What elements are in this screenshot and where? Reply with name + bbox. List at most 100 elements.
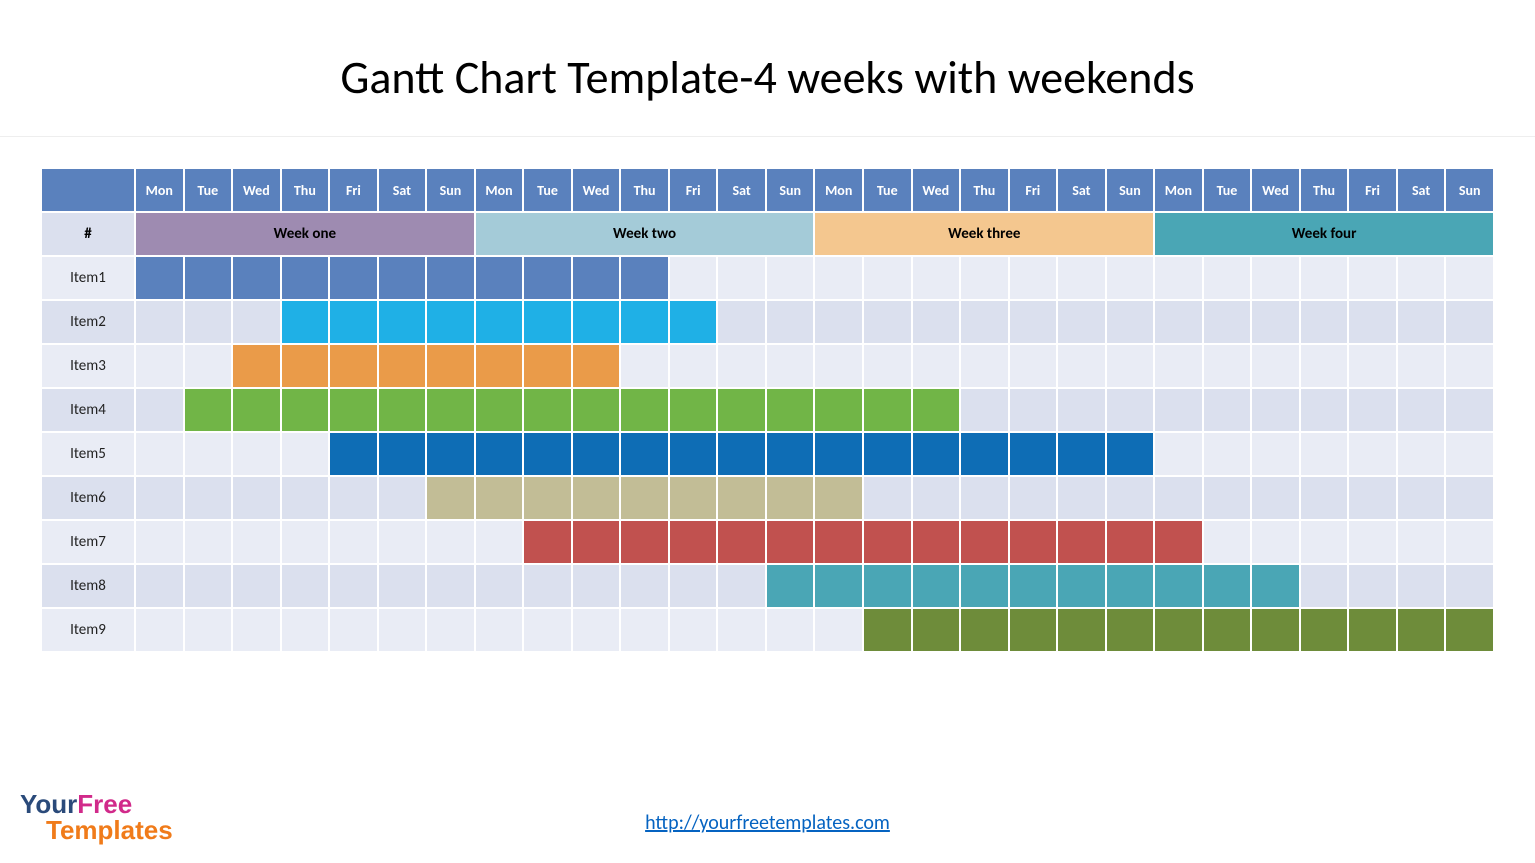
day-header: Mon [476,169,523,211]
gantt-cell [1155,389,1202,431]
gantt-cell [1446,433,1493,475]
gantt-cell [476,345,523,387]
gantt-cell [233,301,280,343]
gantt-cell [427,477,474,519]
gantt-cell [767,389,814,431]
gantt-cell [718,301,765,343]
gantt-cell [524,301,571,343]
gantt-cell [1010,477,1057,519]
gantt-cell [1107,433,1154,475]
footer: YourFree Templates http://yourfreetempla… [0,811,1535,835]
gantt-cell [427,565,474,607]
gantt-cell [524,345,571,387]
gantt-cell [1446,301,1493,343]
gantt-cell [718,389,765,431]
gantt-cell [670,345,717,387]
gantt-cell [1107,521,1154,563]
gantt-cell [330,345,377,387]
gantt-cell [427,301,474,343]
day-header: Fri [670,169,717,211]
gantt-cell [233,477,280,519]
gantt-cell [670,521,717,563]
gantt-cell [282,257,329,299]
gantt-cell [476,521,523,563]
gantt-cell [427,433,474,475]
gantt-cell [718,257,765,299]
item-label: Item4 [42,389,134,431]
gantt-cell [621,565,668,607]
day-header: Sun [427,169,474,211]
gantt-cell [1301,433,1348,475]
gantt-cell [961,301,1008,343]
gantt-cell [476,301,523,343]
gantt-cell [476,433,523,475]
gantt-cell [864,257,911,299]
gantt-cell [136,477,183,519]
gantt-cell [815,609,862,651]
footer-link[interactable]: http://yourfreetemplates.com [0,811,1535,835]
day-header: Tue [1204,169,1251,211]
gantt-cell [1446,345,1493,387]
gantt-cell [1204,257,1251,299]
gantt-cell [1252,345,1299,387]
gantt-cell [379,389,426,431]
gantt-cell [1107,565,1154,607]
gantt-cell [718,477,765,519]
gantt-cell [185,521,232,563]
gantt-cell [1446,477,1493,519]
gantt-cell [1155,477,1202,519]
day-header: Wed [913,169,960,211]
gantt-cell [913,477,960,519]
gantt-cell [767,521,814,563]
gantt-cell [427,389,474,431]
day-header: Mon [815,169,862,211]
gantt-cell [1058,565,1105,607]
gantt-cell [913,345,960,387]
gantt-cell [621,257,668,299]
gantt-cell [476,477,523,519]
gantt-cell [1058,609,1105,651]
gantt-cell [185,345,232,387]
gantt-cell [379,477,426,519]
gantt-cell [1155,345,1202,387]
gantt-cell [767,301,814,343]
logo-templates: Templates [46,817,173,843]
gantt-cell [1398,565,1445,607]
gantt-cell [864,301,911,343]
gantt-cell [621,609,668,651]
day-header: Wed [1252,169,1299,211]
gantt-cell [864,565,911,607]
gantt-cell [1349,565,1396,607]
gantt-cell [961,433,1008,475]
hash-cell: # [42,213,134,255]
gantt-cell [1010,257,1057,299]
gantt-cell [961,389,1008,431]
gantt-cell [379,433,426,475]
gantt-cell [379,521,426,563]
gantt-cell [136,257,183,299]
gantt-cell [1058,433,1105,475]
gantt-cell [1058,301,1105,343]
gantt-cell [573,477,620,519]
gantt-cell [1107,345,1154,387]
gantt-cell [815,301,862,343]
gantt-cell [670,477,717,519]
day-header: Sat [1058,169,1105,211]
gantt-cell [282,345,329,387]
gantt-cell [282,565,329,607]
gantt-cell [1204,609,1251,651]
gantt-cell [621,345,668,387]
gantt-cell [815,389,862,431]
gantt-cell [670,301,717,343]
gantt-cell [1107,257,1154,299]
item-label: Item1 [42,257,134,299]
gantt-cell [282,389,329,431]
gantt-cell [913,565,960,607]
gantt-cell [1252,477,1299,519]
gantt-cell [864,477,911,519]
gantt-cell [913,609,960,651]
gantt-cell [524,257,571,299]
gantt-cell [961,345,1008,387]
gantt-cell [136,521,183,563]
gantt-cell [864,389,911,431]
